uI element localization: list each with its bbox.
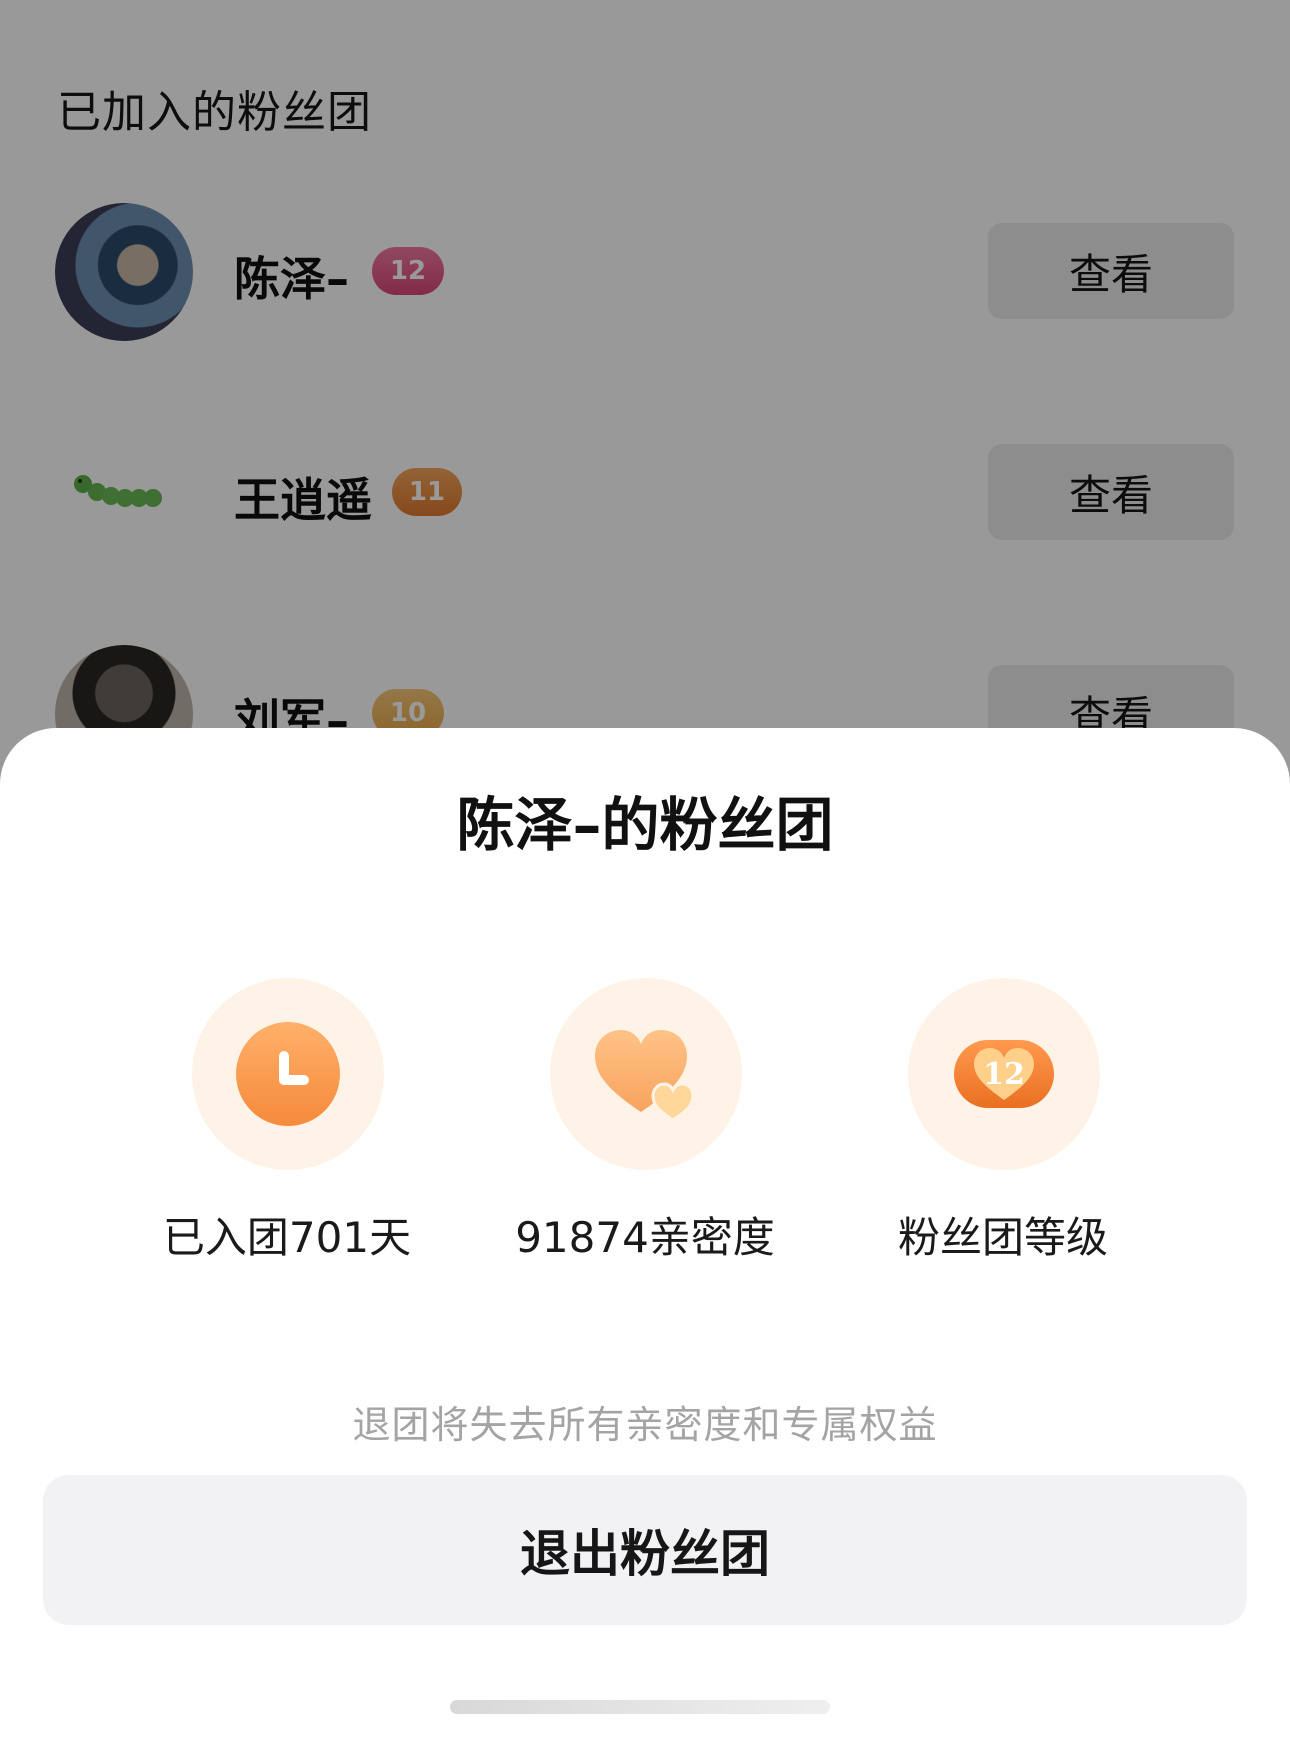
home-indicator[interactable]: [450, 1700, 830, 1714]
quit-fan-group-button[interactable]: 退出粉丝团: [43, 1475, 1247, 1625]
level-number: 12: [983, 1057, 1025, 1092]
sheet-title: 陈泽–的粉丝团: [456, 791, 834, 859]
warning-text: 退团将失去所有亲密度和专属权益: [352, 1403, 938, 1447]
stat-join-days: 已入团701天: [122, 978, 452, 1298]
stat-label: 已入团701天: [162, 1213, 412, 1262]
heart-icon: [595, 1030, 695, 1122]
stat-circle: 12: [908, 978, 1100, 1170]
stat-label: 粉丝团等级: [897, 1213, 1108, 1262]
level-heart-badge-icon: 12: [954, 1040, 1054, 1108]
stat-circle: [192, 978, 384, 1170]
clock-icon: [236, 1022, 340, 1126]
stat-circle: [550, 978, 742, 1170]
stat-level: 12 粉丝团等级: [838, 978, 1168, 1298]
stat-intimacy: 91874亲密度: [480, 978, 810, 1298]
stat-label: 91874亲密度: [515, 1213, 775, 1262]
fan-group-sheet: 陈泽–的粉丝团 已入团701天 91874亲密度 12 粉丝团等级 退团将失去所…: [0, 728, 1290, 1742]
